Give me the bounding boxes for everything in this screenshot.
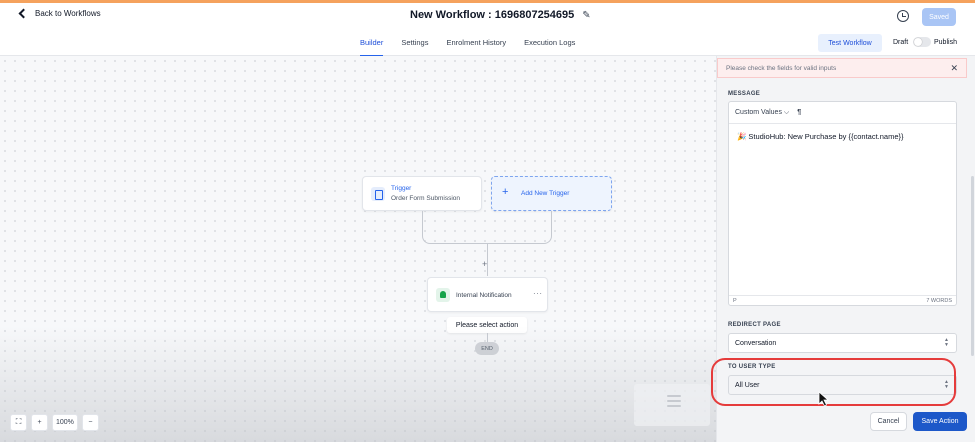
custom-values-label: Custom Values (735, 108, 782, 116)
saved-button[interactable]: Saved (922, 8, 956, 26)
action-settings-panel: Please check the fields for valid inputs… (711, 56, 975, 442)
add-step-plus-icon[interactable]: + (482, 260, 488, 269)
zoom-in-button[interactable]: + (31, 413, 48, 431)
message-label: MESSAGE (728, 91, 761, 97)
tabs-bar: Builder Settings Enrolment History Execu… (0, 31, 975, 57)
panel-footer: Cancel Save Action (870, 412, 967, 431)
paragraph-icon[interactable]: ¶ (797, 109, 801, 116)
header: Back to Workflows New Workflow : 1696807… (0, 3, 975, 31)
connector-line (487, 333, 488, 342)
custom-values-dropdown[interactable]: Custom Values ⌵ (735, 109, 789, 117)
close-icon[interactable]: ✕ (950, 63, 958, 74)
tab-settings[interactable]: Settings (401, 38, 428, 57)
publish-label: Publish (934, 39, 957, 46)
panel-scrollbar[interactable] (971, 176, 974, 356)
tab-enrolment-history[interactable]: Enrolment History (446, 38, 506, 57)
cancel-button[interactable]: Cancel (870, 412, 907, 431)
test-workflow-button[interactable]: Test Workflow (818, 34, 882, 52)
publish-toggle[interactable] (913, 37, 931, 47)
minimap-icon (667, 395, 681, 410)
more-options-icon[interactable]: ··· (533, 289, 543, 298)
trigger-subtitle: Order Form Submission (391, 195, 460, 202)
connector-line (487, 211, 552, 244)
minimap[interactable] (634, 384, 710, 426)
error-text: Please check the fields for valid inputs (726, 64, 837, 72)
word-count: 7 WORDS (926, 298, 952, 304)
message-editor[interactable]: Custom Values ⌵ ¶ 🎉 StudioHub: New Purch… (728, 101, 957, 306)
editor-tag: P (733, 298, 737, 304)
trigger-node[interactable]: Trigger Order Form Submission (362, 176, 482, 211)
back-to-workflows-link[interactable]: Back to Workflows (18, 8, 101, 19)
history-icon[interactable] (897, 10, 909, 22)
page-title: New Workflow : 1696807254695 ✎ (410, 9, 591, 21)
trigger-title: Trigger (391, 185, 412, 192)
tab-execution-logs[interactable]: Execution Logs (524, 38, 575, 57)
internal-notification-node[interactable]: Internal Notification ··· (427, 277, 548, 312)
select-action-tooltip: Please select action (447, 317, 527, 333)
canvas-overlay (0, 326, 716, 442)
zoom-level: 100% (52, 413, 78, 431)
redirect-page-label: REDIRECT PAGE (728, 322, 781, 328)
end-node: END (475, 342, 499, 355)
fit-view-icon[interactable]: ⛶ (10, 413, 27, 431)
validation-error-banner: Please check the fields for valid inputs… (717, 58, 967, 78)
tab-list: Builder Settings Enrolment History Execu… (360, 38, 575, 57)
zoom-out-button[interactable]: − (81, 413, 99, 431)
connector-line (422, 211, 487, 244)
chevron-left-icon (18, 8, 29, 19)
add-new-trigger-node[interactable]: + Add New Trigger (491, 176, 612, 211)
select-arrows-icon: ▲ ▼ (944, 337, 949, 348)
bell-icon (436, 288, 450, 302)
add-trigger-label: Add New Trigger (521, 190, 570, 197)
clipboard-icon (371, 187, 385, 201)
workflow-title: New Workflow : 1696807254695 (410, 9, 575, 21)
workflow-canvas[interactable]: Trigger Order Form Submission + Add New … (0, 56, 716, 442)
back-label: Back to Workflows (35, 9, 101, 18)
save-action-button[interactable]: Save Action (913, 412, 967, 431)
tab-builder[interactable]: Builder (360, 38, 384, 57)
editor-toolbar: Custom Values ⌵ ¶ (729, 102, 956, 124)
plus-icon: + (502, 186, 509, 198)
highlight-circle (711, 358, 956, 406)
editor-status-bar: P 7 WORDS (729, 295, 956, 305)
message-text[interactable]: 🎉 StudioHub: New Purchase by {{contact.n… (729, 124, 956, 149)
zoom-controls: ⛶ + 100% − (10, 412, 99, 432)
redirect-page-value: Conversation (735, 339, 777, 347)
redirect-page-select[interactable]: Conversation ▲ ▼ (728, 333, 957, 353)
chevron-down-icon: ⌵ (783, 108, 790, 116)
action-label: Internal Notification (456, 292, 512, 299)
pencil-icon[interactable]: ✎ (582, 10, 590, 21)
draft-label: Draft (893, 39, 909, 46)
